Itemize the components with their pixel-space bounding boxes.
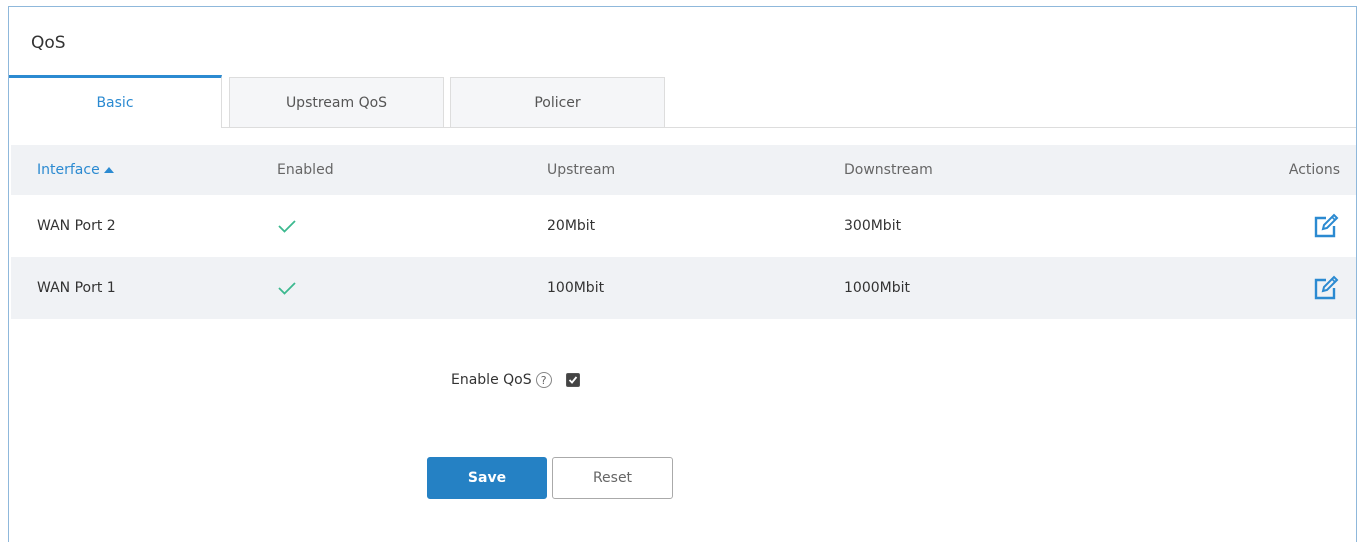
help-icon[interactable]: ? <box>535 372 552 388</box>
save-button[interactable]: Save <box>427 457 547 499</box>
interface-cell: WAN Port 1 <box>37 280 116 296</box>
tab-upstream-qos[interactable]: Upstream QoS <box>229 77 444 127</box>
tab-policer[interactable]: Policer <box>450 77 665 127</box>
tab-label: Upstream QoS <box>285 94 388 111</box>
tab-label: Policer <box>534 94 581 111</box>
enable-qos-checkbox[interactable] <box>565 373 580 387</box>
downstream-cell: 1000Mbit <box>844 280 910 296</box>
enable-qos-setting: Enable QoS ? <box>451 372 580 388</box>
enable-qos-label: Enable QoS <box>451 372 532 388</box>
check-icon <box>277 257 297 319</box>
column-header-interface[interactable]: Interface <box>37 145 114 195</box>
downstream-cell: 300Mbit <box>844 218 902 234</box>
qos-panel: QoS Basic Upstream QoS Policer Interface… <box>8 6 1357 542</box>
column-header-actions: Actions <box>1288 162 1340 178</box>
tab-label: Basic <box>96 95 134 111</box>
upstream-cell: 20Mbit <box>547 218 596 234</box>
reset-button[interactable]: Reset <box>552 457 673 499</box>
column-header-upstream: Upstream <box>547 162 616 178</box>
table-row: WAN Port 1 100Mbit 1000Mbit <box>11 257 1356 319</box>
tab-bar: Basic Upstream QoS Policer <box>9 75 1356 128</box>
upstream-cell: 100Mbit <box>547 280 605 296</box>
edit-icon[interactable] <box>1312 195 1340 257</box>
check-icon <box>277 195 297 257</box>
table-header-row: Interface Enabled Upstream Downstream Ac… <box>11 145 1356 195</box>
interface-cell: WAN Port 2 <box>37 218 116 234</box>
page-title: QoS <box>31 33 66 53</box>
sort-link[interactable]: Interface <box>37 162 100 178</box>
qos-interface-table: Interface Enabled Upstream Downstream Ac… <box>11 145 1356 319</box>
column-header-downstream: Downstream <box>844 162 933 178</box>
checkmark-icon <box>568 376 577 384</box>
edit-icon[interactable] <box>1312 257 1340 319</box>
column-header-enabled: Enabled <box>277 162 334 178</box>
sort-ascending-icon <box>103 167 114 173</box>
table-row: WAN Port 2 20Mbit 300Mbit <box>11 195 1356 257</box>
tab-basic[interactable]: Basic <box>9 75 222 128</box>
